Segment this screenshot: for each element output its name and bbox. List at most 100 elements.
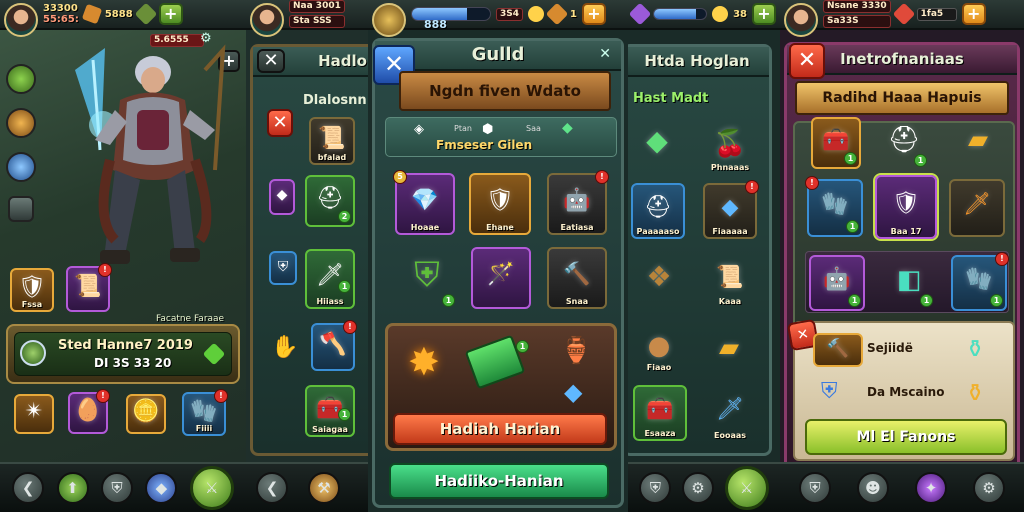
list-item-label-1: Sejiidë	[867, 341, 913, 355]
blue-shield-icon: ⛨	[821, 379, 838, 404]
quick-slot-2[interactable]: 📜 !	[66, 263, 112, 312]
purple-gem-icon: 💎	[411, 188, 439, 214]
reward-slot-7[interactable]: 🤖 1	[809, 255, 865, 311]
count-badge: 1	[442, 294, 455, 307]
slot-label: Eatiasa	[560, 223, 594, 232]
back-icon[interactable]: ❮	[12, 472, 45, 504]
close-icon[interactable]: ✕	[789, 43, 825, 79]
battle-button[interactable]: ⚔	[189, 466, 234, 510]
add-resource-button[interactable]: +	[961, 3, 986, 25]
upgrade-icon[interactable]: ⬆	[56, 472, 89, 504]
item-slot-3[interactable]: 🗡 Hiiass 1	[305, 249, 355, 309]
notification-badge: !	[995, 252, 1009, 266]
guild-item-3[interactable]: 🤖 Eatiasa!	[547, 170, 609, 235]
reward-slot-6[interactable]: 🗡	[949, 179, 1005, 237]
chest-icon[interactable]	[6, 108, 36, 138]
add-resource-button[interactable]: +	[581, 3, 606, 25]
item-slot-4[interactable]: ◆ Fiaaaaa!	[703, 180, 759, 239]
item-slot-7[interactable]: ● Fiaao	[635, 323, 683, 373]
guild-emblem[interactable]	[372, 3, 406, 37]
mail-icon[interactable]	[6, 152, 36, 182]
reward-slot-2[interactable]: ⛑ 1	[879, 117, 929, 169]
item-slot-1[interactable]: ◆	[635, 121, 679, 165]
gear-icon[interactable]: ⚙	[681, 472, 714, 504]
resource-count: 1	[570, 8, 577, 20]
count-badge: 1	[914, 154, 927, 167]
add-resource-button[interactable]: +	[752, 3, 776, 25]
add-resource-button[interactable]: +	[158, 3, 183, 25]
item-slot-1[interactable]: 📜 bfalad	[309, 117, 355, 165]
profile-icon[interactable]: ☻	[857, 472, 889, 504]
close-small-icon[interactable]: ✕	[599, 46, 611, 62]
quest-icon[interactable]	[6, 64, 36, 94]
hammer-icon[interactable]: ⚒	[308, 472, 340, 504]
currency-label-1: Ptan	[454, 124, 472, 133]
slot-label: Phnaaas	[710, 163, 750, 172]
reward-slot-1[interactable]: 🧰 1	[811, 117, 861, 169]
player-avatar[interactable]	[250, 3, 284, 37]
reward-slot-4[interactable]: 🧤 1!	[805, 176, 863, 237]
quick-slot-1[interactable]: 🛡 Fssa	[10, 268, 54, 312]
bronze-orb-icon: ●	[647, 330, 671, 361]
close-icon[interactable]: ✕	[257, 49, 285, 73]
resource-box: Naa 3001	[289, 0, 345, 13]
side-slot-1[interactable]: ◆	[269, 179, 295, 215]
slot-label: Kaaa	[718, 297, 742, 306]
count-badge: 1	[846, 220, 859, 233]
player-avatar[interactable]	[4, 3, 38, 37]
storage-panel: Htda Hoglan Hast Madt ◆ 🍒 Phnaaas ⛑ Paaaaa…	[628, 44, 772, 456]
daily-reward-bottom-button[interactable]: Hadiiko-Hanian	[389, 463, 609, 499]
remove-button[interactable]: ✕	[267, 109, 293, 137]
notification-badge: !	[98, 263, 112, 277]
item-slot-2[interactable]: ⛑ 2	[305, 175, 355, 227]
armor-icon[interactable]: ⛨	[799, 472, 831, 504]
claim-button[interactable]: Ml El Fanons	[805, 419, 1007, 455]
wand-icon[interactable]: ✦	[915, 472, 947, 504]
player-avatar[interactable]	[784, 3, 818, 37]
gear-icon[interactable]: ⚙	[973, 472, 1005, 504]
gold-chest-icon: 🧰	[646, 397, 674, 423]
crystal-icon[interactable]: ◆	[145, 472, 178, 504]
blue-crystal-icon: ◆	[564, 378, 583, 406]
inventory-slot-1[interactable]: ✴	[14, 394, 54, 434]
reward-slot-5[interactable]: 🛡 Baa 17	[875, 175, 937, 239]
item-slot-9[interactable]: 🧰 Esaaza	[633, 385, 687, 441]
battle-button[interactable]: ⚔	[724, 466, 769, 510]
guild-item-4[interactable]: ⛨ 1	[397, 247, 457, 309]
guild-item-6[interactable]: 🔨 Snaa	[547, 247, 607, 309]
side-slot-2[interactable]: ⛨	[269, 251, 297, 285]
reward-slot-3[interactable]: ▰	[953, 117, 1003, 169]
bottom-nav: ⛨ ⚙ ⚔	[628, 462, 780, 512]
inventory-slot-4[interactable]: 🧤 Fiiii!	[182, 389, 228, 436]
status-title: Sted Hanne7 2019	[58, 338, 193, 353]
item-slot-6[interactable]: 📜 Kaaa	[705, 255, 755, 307]
purple-egg-icon: 🥚	[74, 398, 102, 424]
item-slot-5[interactable]: ❖	[637, 255, 681, 303]
gold-amount: 33300	[43, 3, 78, 14]
shop-icon[interactable]	[8, 196, 34, 222]
top-bar: 33300 55:65: 5888 +	[0, 0, 246, 37]
list-item-label-2: Da Mscaino	[867, 385, 945, 399]
item-slot-2[interactable]: 🍒 Phnaaas	[705, 121, 755, 173]
refresh-icon[interactable]	[20, 340, 46, 366]
guild-item-5[interactable]: 🪄	[471, 247, 531, 309]
item-slot-4[interactable]: 🪓!	[311, 320, 357, 371]
reward-slot-9[interactable]: 🧤! 1	[951, 252, 1009, 311]
back-icon[interactable]: ❮	[256, 472, 288, 504]
item-slot-10[interactable]: 🗡 Eooaas	[703, 385, 757, 441]
inventory-slot-2[interactable]: 🥚!	[68, 389, 110, 434]
hint-text: Facatne Faraae	[156, 314, 225, 324]
inventory-slot-3[interactable]: 🪙	[126, 394, 166, 434]
item-slot-5[interactable]: 🧰 Saiagaa 1	[305, 385, 355, 437]
item-slot-3[interactable]: ⛑ Paaaaaso	[631, 183, 685, 239]
slot-label: Fssa	[21, 300, 43, 309]
daily-reward-button[interactable]: Hadiah Harian	[393, 413, 607, 445]
guild-item-1[interactable]: 💎 Hoaae 5	[393, 170, 455, 235]
guild-item-2[interactable]: 🛡 Ehane	[469, 173, 531, 235]
teal-scroll-icon: ◧	[896, 265, 922, 296]
armor-icon[interactable]: ⛨	[639, 472, 672, 504]
item-slot-8[interactable]: ▰	[705, 327, 753, 373]
reward-slot-8[interactable]: ◧ 1	[883, 257, 935, 309]
panel-title: Htda Hoglan	[628, 47, 769, 77]
armor-icon[interactable]: ⛨	[100, 472, 133, 504]
